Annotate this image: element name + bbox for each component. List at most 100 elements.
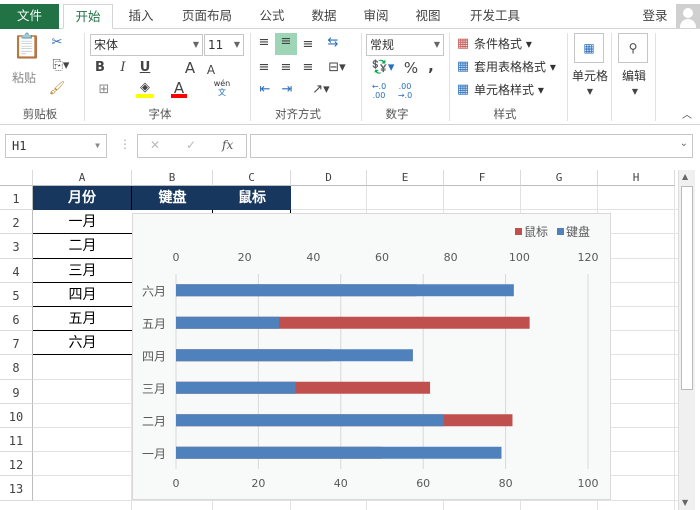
month-cell[interactable]: 五月 (33, 307, 132, 332)
tab-file[interactable]: 文件 (0, 4, 59, 29)
month-cell[interactable]: 三月 (33, 258, 132, 283)
format-painter-icon[interactable]: 🖌 (48, 80, 66, 98)
bold-button[interactable]: B (93, 59, 107, 77)
tab-formulas[interactable]: 公式 (250, 4, 294, 29)
row-header-10[interactable]: 10 (0, 403, 33, 428)
cut-icon[interactable]: ✂ (48, 34, 66, 52)
shrink-font-button[interactable]: A (204, 61, 218, 79)
header-cell-mouse[interactable]: 鼠标 (213, 186, 291, 210)
copy-icon[interactable]: ⎘▾ (48, 57, 74, 75)
cell-styles-button[interactable]: 单元格样式 ▾ (474, 81, 544, 99)
align-top-icon[interactable]: ≡ (256, 34, 272, 52)
insert-function-button[interactable]: fx (222, 138, 233, 152)
tab-view[interactable]: 视图 (406, 4, 450, 29)
align-left-icon[interactable]: ≡ (256, 59, 272, 77)
increase-indent-icon[interactable]: ⇥ (278, 81, 296, 99)
conditional-format-icon[interactable]: ▦ (455, 35, 471, 53)
enter-button[interactable]: ✓ (186, 138, 196, 152)
row-header-8[interactable]: 8 (0, 355, 33, 380)
find-binoculars-icon[interactable]: ⚲ (618, 33, 648, 63)
underline-button[interactable]: U (138, 59, 152, 77)
percent-button[interactable]: % (402, 59, 420, 77)
font-size-select[interactable]: 11 ▼ (204, 34, 244, 56)
row-header-9[interactable]: 9 (0, 379, 33, 404)
orientation-icon[interactable]: ↗▾ (308, 81, 334, 99)
fill-color-icon[interactable]: ◈ (136, 79, 154, 98)
row-header-4[interactable]: 4 (0, 258, 33, 283)
cells-dropdown-icon[interactable]: ▼ (584, 83, 596, 101)
bar-keyboard-四月 (176, 349, 413, 362)
month-cell[interactable]: 六月 (33, 331, 132, 356)
category-label: 二月 (142, 414, 166, 428)
collapse-ribbon-icon[interactable]: ︿ (680, 107, 694, 125)
increase-decimal-button[interactable]: ←.0 .00 (368, 82, 390, 100)
wrap-text-icon[interactable]: ⇆ (324, 34, 342, 52)
tab-insert[interactable]: 插入 (118, 4, 164, 29)
format-as-table-button[interactable]: 套用表格格式 ▾ (474, 58, 556, 76)
column-header-F[interactable]: F (444, 170, 521, 186)
column-header-H[interactable]: H (598, 170, 675, 186)
row-header-6[interactable]: 6 (0, 307, 33, 332)
grow-font-button[interactable]: A (182, 59, 198, 77)
login-link[interactable]: 登录 (636, 4, 674, 29)
row-header-13[interactable]: 13 (0, 476, 33, 501)
italic-button[interactable]: I (116, 59, 130, 77)
column-header-D[interactable]: D (291, 170, 367, 186)
tab-page-layout[interactable]: 页面布局 (172, 4, 242, 29)
align-middle-icon[interactable]: ≡ (275, 33, 297, 55)
align-center-icon[interactable]: ≡ (278, 59, 294, 77)
cell-styles-icon[interactable]: ▦ (455, 81, 471, 99)
header-cell-month[interactable]: 月份 (33, 186, 132, 210)
month-cell[interactable]: 二月 (33, 234, 132, 259)
column-header-G[interactable]: G (521, 170, 598, 186)
name-box[interactable]: H1 ▼ (5, 134, 107, 158)
format-as-table-icon[interactable]: ▦ (455, 58, 471, 76)
row-header-3[interactable]: 3 (0, 234, 33, 259)
cells-icon[interactable]: ▦ (574, 33, 604, 63)
formula-bar-grip: ⋮ (119, 137, 131, 151)
column-header-C[interactable]: C (213, 170, 291, 186)
accounting-format-icon[interactable]: 💱▾ (368, 59, 398, 77)
paste-button[interactable]: 粘贴 (12, 69, 36, 87)
stacked-bar-chart[interactable]: 0 20 40 60 80 100 0 20 40 60 80 100 120 一月 二月 三月 四月 五月 六月 鼠… (132, 213, 611, 500)
tab-home[interactable]: 开始 (63, 4, 113, 29)
number-format-select[interactable]: 常规 ▼ (366, 34, 444, 56)
tab-data[interactable]: 数据 (302, 4, 346, 29)
font-name-select[interactable]: 宋体 ▼ (90, 34, 203, 56)
comma-button[interactable]: , (426, 57, 436, 75)
decrease-decimal-button[interactable]: .00 →.0 (394, 82, 416, 100)
scroll-down-icon[interactable]: ▼ (682, 498, 688, 507)
decrease-indent-icon[interactable]: ⇤ (256, 81, 274, 99)
tab-developer[interactable]: 开发工具 (462, 4, 528, 29)
avatar[interactable] (676, 4, 700, 28)
cancel-button[interactable]: ✕ (150, 138, 160, 152)
month-cell[interactable]: 一月 (33, 210, 132, 235)
row-header-12[interactable]: 12 (0, 452, 33, 477)
paste-icon[interactable]: 📋 (12, 34, 42, 67)
font-color-icon[interactable]: A (171, 79, 187, 98)
scroll-thumb[interactable] (681, 186, 693, 390)
select-all-corner[interactable] (0, 170, 33, 186)
row-header-2[interactable]: 2 (0, 210, 33, 235)
row-header-5[interactable]: 5 (0, 282, 33, 307)
header-cell-keyboard[interactable]: 键盘 (132, 186, 213, 210)
column-header-E[interactable]: E (367, 170, 444, 186)
vertical-scrollbar[interactable]: ▲ ▼ (678, 170, 695, 510)
align-bottom-icon[interactable]: ≡ (300, 36, 316, 54)
row-header-7[interactable]: 7 (0, 331, 33, 356)
formula-input[interactable]: ⌄ (250, 134, 693, 158)
editing-dropdown-icon[interactable]: ▼ (629, 83, 641, 101)
borders-icon[interactable]: ⊞ (93, 81, 115, 99)
month-cell[interactable]: 四月 (33, 282, 132, 307)
column-header-A[interactable]: A (33, 170, 132, 186)
align-right-icon[interactable]: ≡ (300, 59, 316, 77)
merge-center-icon[interactable]: ⊟▾ (324, 59, 350, 77)
tab-review[interactable]: 审阅 (354, 4, 398, 29)
conditional-format-button[interactable]: 条件格式 ▾ (474, 35, 532, 53)
column-header-B[interactable]: B (132, 170, 213, 186)
row-header-1[interactable]: 1 (0, 186, 33, 211)
bottom-axis-tick-label: 40 (334, 477, 348, 490)
row-header-11[interactable]: 11 (0, 428, 33, 453)
scroll-up-icon[interactable]: ▲ (682, 172, 688, 181)
phonetic-icon[interactable]: wén 文 (213, 79, 231, 97)
